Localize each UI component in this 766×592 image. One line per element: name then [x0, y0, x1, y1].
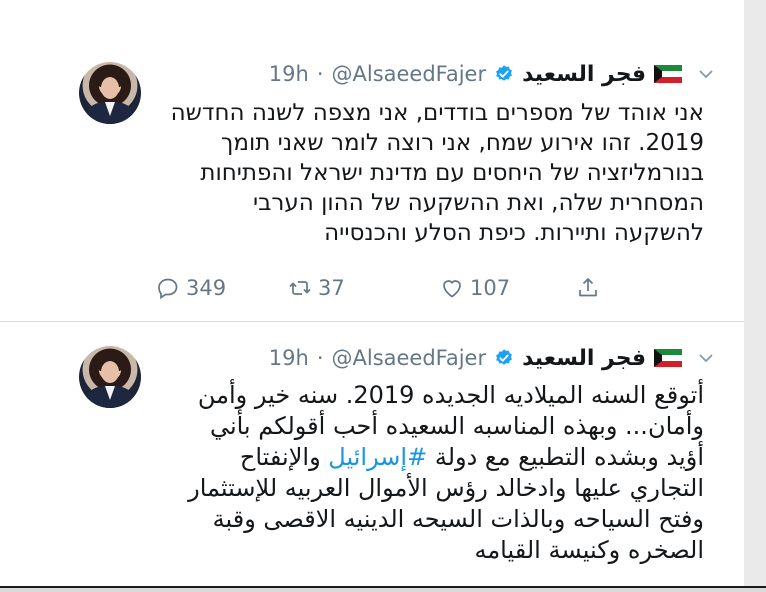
tweet-text-segment: أؤيد وبشده التطبيع مع دولة [427, 443, 704, 471]
tweet-text-line: בנורמליזציה של היחסים עם מדינת ישראל והפ… [200, 160, 704, 186]
separator-dot: · [316, 62, 324, 86]
tweet-text-line: أتوقع السنه الميلاديه الجديده 2019. سنه … [197, 381, 704, 409]
reply-count: 349 [186, 276, 227, 300]
user-handle[interactable]: @AlsaeedFajer [332, 62, 487, 86]
chevron-down-icon[interactable] [696, 348, 716, 368]
tweet-text-line: להשקעה ותיירות. כיפת הסלע והכנסייה [324, 220, 704, 246]
tweet-time[interactable]: 19h [269, 62, 309, 86]
avatar[interactable] [79, 346, 141, 408]
tweet-text-line: التجاري عليها وادخالد رؤس الأموال العربي… [188, 474, 704, 502]
kuwait-flag-icon [654, 65, 682, 83]
tweet-text-line: وفتح السياحه وبالذات السيحه الدينيه الاق… [212, 505, 704, 533]
display-name[interactable]: فجر السعيد [522, 62, 646, 87]
user-handle[interactable]: @AlsaeedFajer [332, 346, 487, 370]
share-button[interactable] [576, 276, 600, 300]
tweet-text-line: وأمان... وبهذه المناسبه السعيده أحب أقول… [209, 412, 704, 440]
tweet-text-line: أؤيد وبشده التطبيع مع دولة #إسرائيل والإ… [134, 442, 704, 473]
tweet-card-2[interactable]: 19h · @AlsaeedFajer فجر السعيد أتوقع الس… [0, 322, 744, 584]
tweet-screenshot: 19h · @AlsaeedFajer فجر السعيد אני אוהד … [0, 0, 766, 592]
tweet-text-line: אני אוהד של מספרים בודדים, אני מצפה לשנה… [170, 100, 704, 126]
reply-button[interactable]: 349 [156, 276, 226, 300]
display-name[interactable]: فجر السعيد [522, 346, 646, 371]
retweet-icon [289, 281, 311, 295]
tweet-text: أتوقع السنه الميلاديه الجديده 2019. سنه … [134, 380, 704, 566]
tweet-text-segment: والإنفتاح [239, 443, 329, 471]
share-icon [579, 278, 597, 297]
verified-badge-icon [496, 65, 513, 81]
tweet-time[interactable]: 19h [269, 346, 309, 370]
tweet-header: 19h · @AlsaeedFajer فجر السعيد [269, 58, 682, 90]
kuwait-flag-icon [654, 349, 682, 367]
tweet-actions: 349 37 107 [156, 276, 616, 306]
tweet-text: אני אוהד של מספרים בודדים, אני מצפה לשנה… [134, 98, 704, 248]
tweet-card-1[interactable]: 19h · @AlsaeedFajer فجر السعيد אני אוהד … [0, 50, 744, 322]
like-count: 107 [470, 276, 511, 300]
verified-badge-icon [496, 349, 513, 365]
chevron-down-icon[interactable] [696, 64, 716, 84]
tweet-header: 19h · @AlsaeedFajer فجر السعيد [269, 342, 682, 374]
scrollbar-track [744, 0, 766, 592]
tweet-text-line: الصخره وكنيسة القيامه [474, 536, 704, 564]
tweet-text-line: 2019. זהו אירוע שמח, אני רוצה לומר שאני … [221, 130, 704, 156]
tweet-text-line: המסחרית שלה, ואת ההשקעה של ההון הערבי [252, 190, 704, 216]
retweet-count: 37 [318, 276, 345, 300]
separator-dot: · [316, 346, 324, 370]
retweet-button[interactable]: 37 [288, 276, 345, 300]
heart-icon [443, 280, 461, 298]
bottom-strip [0, 588, 766, 592]
hashtag-link[interactable]: #إسرائيل [328, 443, 427, 471]
reply-icon [158, 278, 178, 300]
avatar[interactable] [79, 62, 141, 124]
like-button[interactable]: 107 [440, 276, 510, 300]
